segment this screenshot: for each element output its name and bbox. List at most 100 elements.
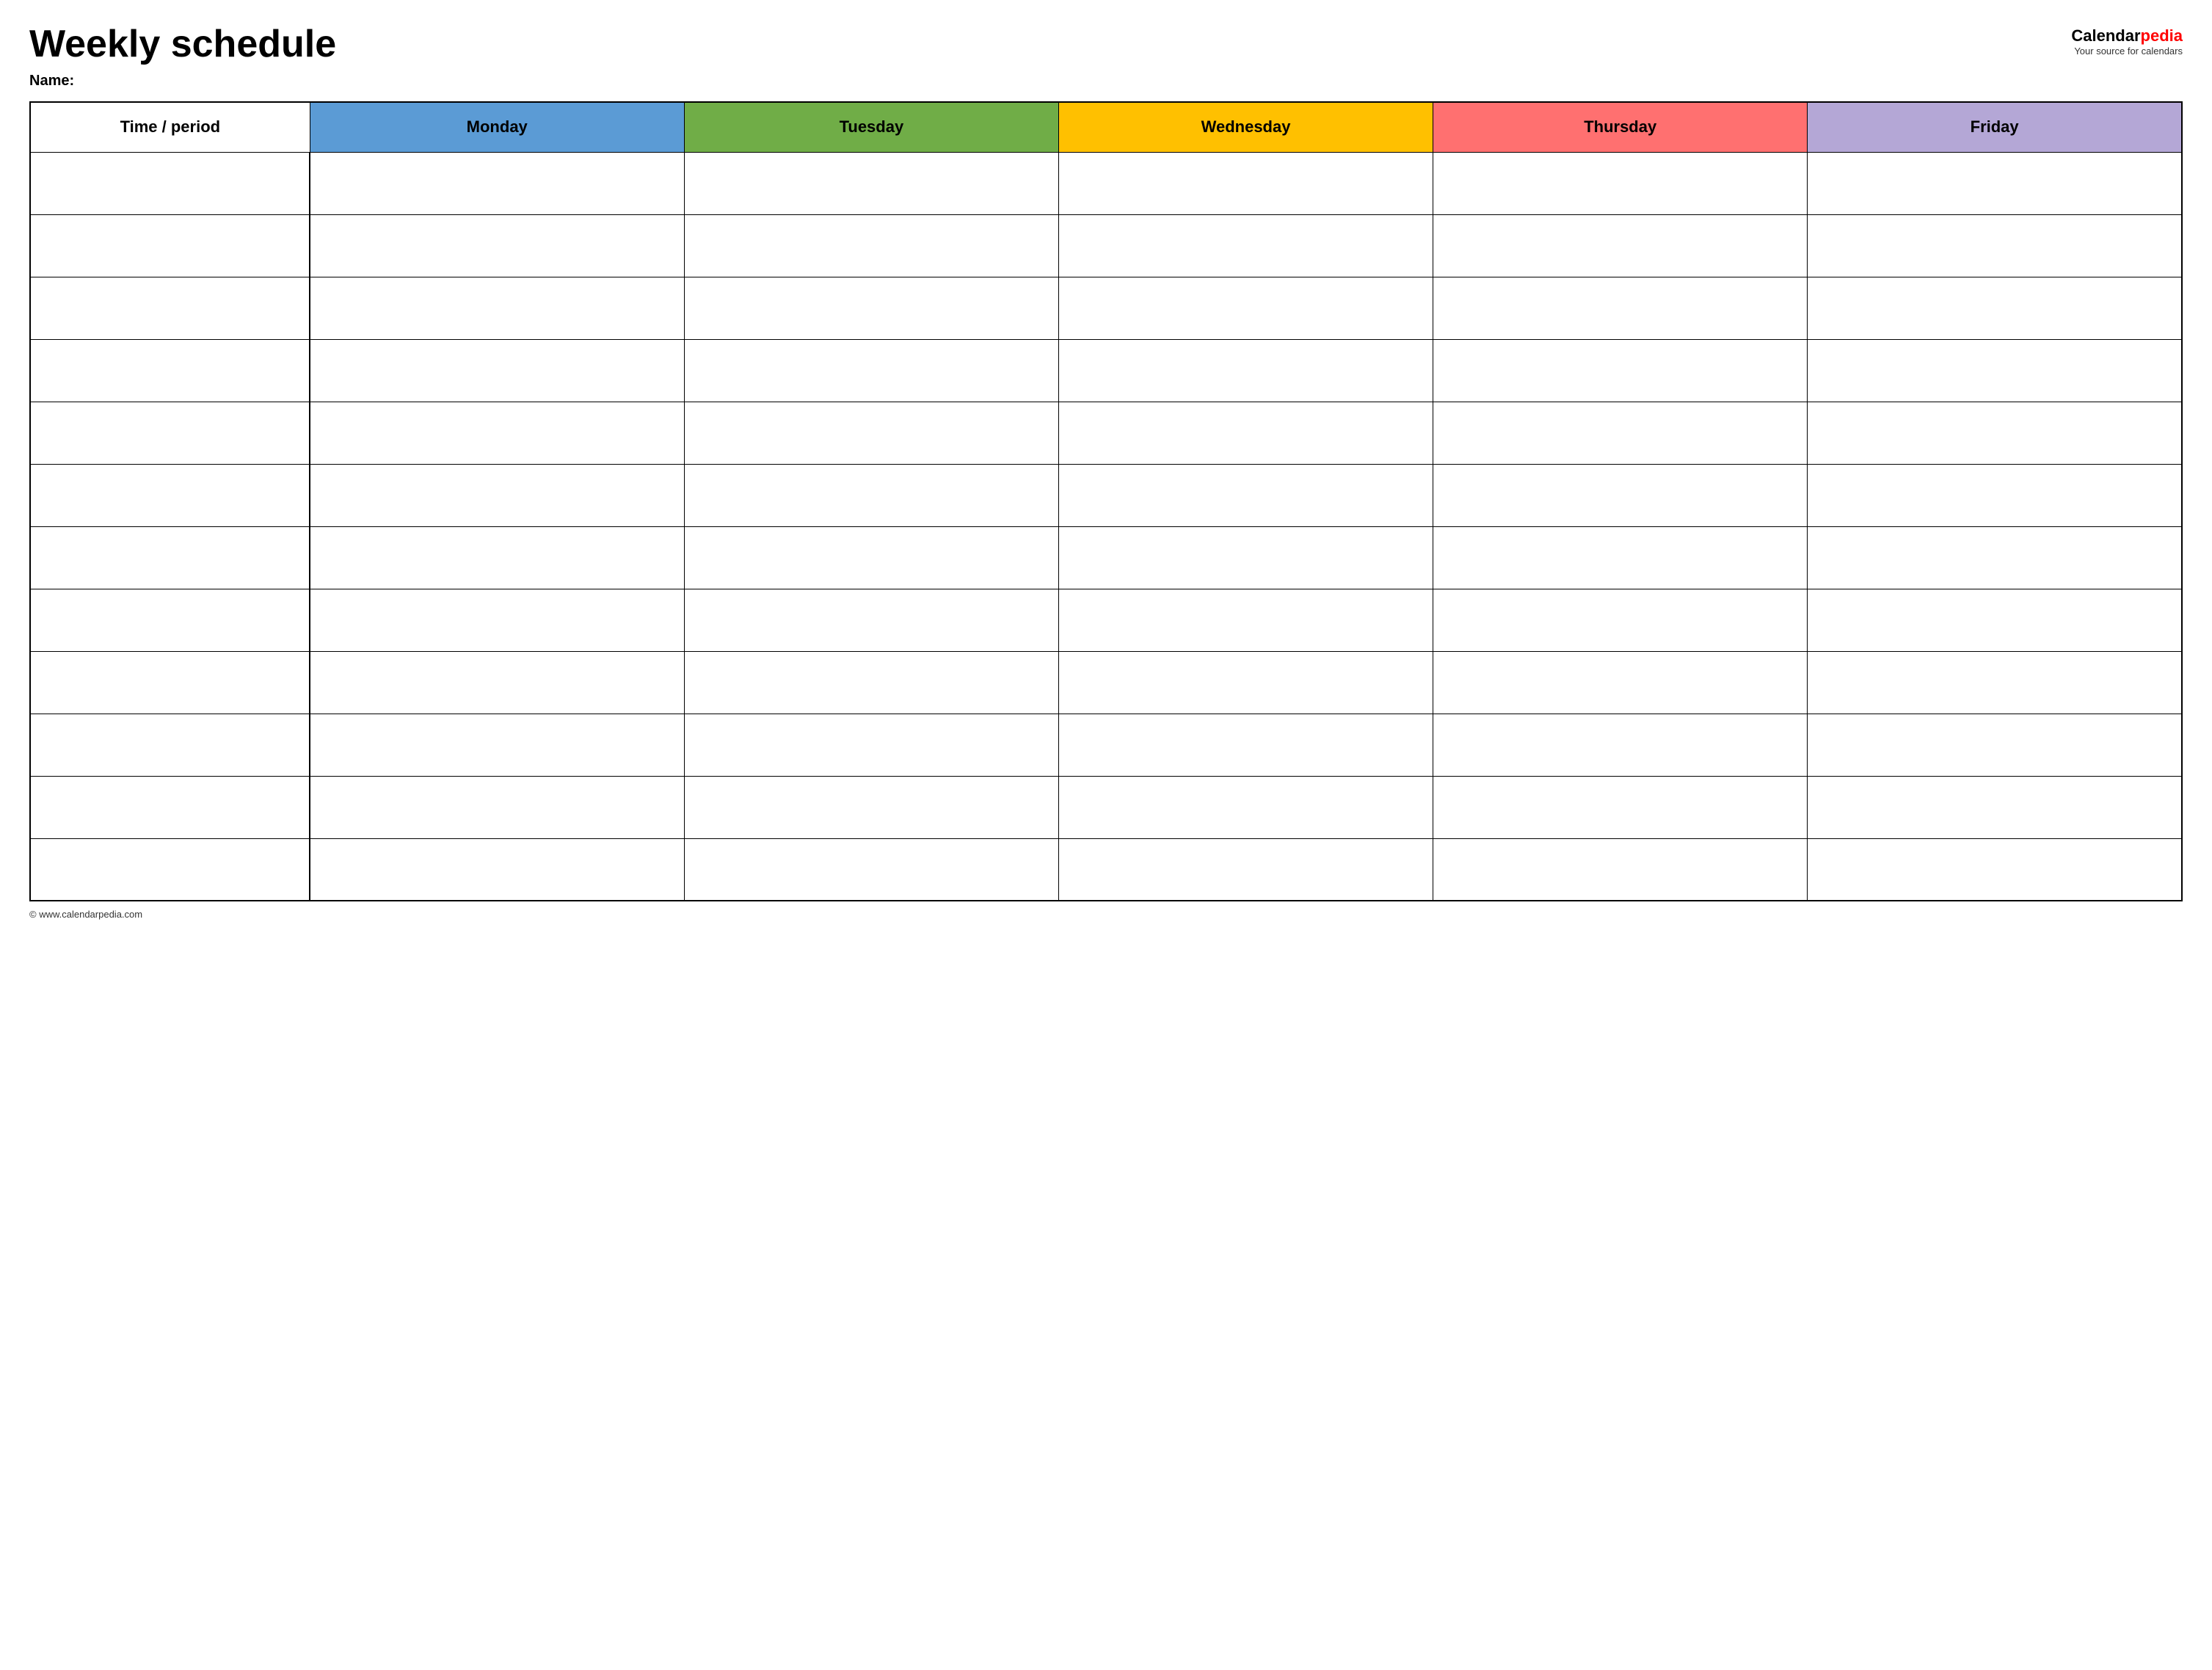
col-header-wednesday: Wednesday <box>1058 102 1433 152</box>
schedule-cell[interactable] <box>1808 402 2182 464</box>
schedule-cell[interactable] <box>684 464 1058 526</box>
schedule-cell[interactable] <box>1058 214 1433 277</box>
time-cell[interactable] <box>30 152 310 214</box>
schedule-cell[interactable] <box>1058 339 1433 402</box>
schedule-cell[interactable] <box>1808 214 2182 277</box>
time-cell[interactable] <box>30 214 310 277</box>
schedule-cell[interactable] <box>1058 526 1433 589</box>
schedule-cell[interactable] <box>684 714 1058 776</box>
page-header: Weekly schedule Name: Calendarpedia Your… <box>29 23 2183 90</box>
schedule-cell[interactable] <box>1808 526 2182 589</box>
table-row <box>30 402 2182 464</box>
schedule-cell[interactable] <box>684 277 1058 339</box>
page-title: Weekly schedule <box>29 23 336 65</box>
time-cell[interactable] <box>30 464 310 526</box>
table-row <box>30 838 2182 901</box>
schedule-cell[interactable] <box>1808 464 2182 526</box>
schedule-cell[interactable] <box>1808 339 2182 402</box>
schedule-cell[interactable] <box>1433 589 1808 651</box>
title-section: Weekly schedule Name: <box>29 23 336 90</box>
schedule-cell[interactable] <box>1058 464 1433 526</box>
table-row <box>30 464 2182 526</box>
schedule-cell[interactable] <box>1433 838 1808 901</box>
schedule-cell[interactable] <box>310 776 684 838</box>
schedule-cell[interactable] <box>684 776 1058 838</box>
schedule-cell[interactable] <box>1433 651 1808 714</box>
schedule-cell[interactable] <box>684 651 1058 714</box>
footer: © www.calendarpedia.com <box>29 909 2183 920</box>
schedule-cell[interactable] <box>310 152 684 214</box>
schedule-cell[interactable] <box>1058 277 1433 339</box>
schedule-cell[interactable] <box>684 838 1058 901</box>
table-row <box>30 277 2182 339</box>
schedule-cell[interactable] <box>684 214 1058 277</box>
schedule-cell[interactable] <box>1058 402 1433 464</box>
schedule-cell[interactable] <box>1433 214 1808 277</box>
col-header-tuesday: Tuesday <box>684 102 1058 152</box>
logo-tagline: Your source for calendars <box>2074 46 2183 57</box>
schedule-cell[interactable] <box>1808 838 2182 901</box>
time-cell[interactable] <box>30 526 310 589</box>
time-cell[interactable] <box>30 714 310 776</box>
schedule-cell[interactable] <box>310 526 684 589</box>
schedule-cell[interactable] <box>1058 651 1433 714</box>
table-header-row: Time / period Monday Tuesday Wednesday T… <box>30 102 2182 152</box>
name-label: Name: <box>29 73 336 90</box>
table-row <box>30 714 2182 776</box>
logo-text: Calendarpedia <box>2071 26 2183 46</box>
time-cell[interactable] <box>30 651 310 714</box>
table-row <box>30 526 2182 589</box>
schedule-cell[interactable] <box>1058 152 1433 214</box>
schedule-cell[interactable] <box>1433 776 1808 838</box>
schedule-cell[interactable] <box>310 589 684 651</box>
schedule-cell[interactable] <box>310 339 684 402</box>
table-row <box>30 214 2182 277</box>
time-cell[interactable] <box>30 402 310 464</box>
table-row <box>30 651 2182 714</box>
schedule-cell[interactable] <box>1808 152 2182 214</box>
col-header-friday: Friday <box>1808 102 2182 152</box>
table-row <box>30 152 2182 214</box>
schedule-cell[interactable] <box>310 651 684 714</box>
time-cell[interactable] <box>30 838 310 901</box>
schedule-cell[interactable] <box>1808 589 2182 651</box>
schedule-cell[interactable] <box>1808 651 2182 714</box>
time-cell[interactable] <box>30 277 310 339</box>
schedule-cell[interactable] <box>310 402 684 464</box>
table-row <box>30 589 2182 651</box>
schedule-cell[interactable] <box>1433 402 1808 464</box>
table-row <box>30 776 2182 838</box>
schedule-cell[interactable] <box>684 589 1058 651</box>
schedule-cell[interactable] <box>310 464 684 526</box>
schedule-cell[interactable] <box>684 402 1058 464</box>
schedule-cell[interactable] <box>1058 589 1433 651</box>
schedule-cell[interactable] <box>1433 714 1808 776</box>
col-header-time: Time / period <box>30 102 310 152</box>
copyright-text: © www.calendarpedia.com <box>29 909 142 920</box>
schedule-cell[interactable] <box>1808 714 2182 776</box>
schedule-cell[interactable] <box>1808 776 2182 838</box>
schedule-cell[interactable] <box>1058 838 1433 901</box>
schedule-cell[interactable] <box>310 214 684 277</box>
time-cell[interactable] <box>30 339 310 402</box>
schedule-cell[interactable] <box>1433 277 1808 339</box>
logo-section: Calendarpedia Your source for calendars <box>2071 26 2183 57</box>
time-cell[interactable] <box>30 589 310 651</box>
schedule-cell[interactable] <box>1058 714 1433 776</box>
col-header-thursday: Thursday <box>1433 102 1808 152</box>
schedule-cell[interactable] <box>684 526 1058 589</box>
schedule-cell[interactable] <box>684 152 1058 214</box>
schedule-cell[interactable] <box>1433 339 1808 402</box>
schedule-cell[interactable] <box>1058 776 1433 838</box>
schedule-cell[interactable] <box>1808 277 2182 339</box>
schedule-cell[interactable] <box>1433 464 1808 526</box>
schedule-table-body <box>30 152 2182 901</box>
schedule-cell[interactable] <box>310 714 684 776</box>
schedule-cell[interactable] <box>1433 526 1808 589</box>
schedule-cell[interactable] <box>1433 152 1808 214</box>
logo-pedia: pedia <box>2141 26 2183 45</box>
schedule-cell[interactable] <box>310 277 684 339</box>
time-cell[interactable] <box>30 776 310 838</box>
schedule-cell[interactable] <box>310 838 684 901</box>
schedule-cell[interactable] <box>684 339 1058 402</box>
